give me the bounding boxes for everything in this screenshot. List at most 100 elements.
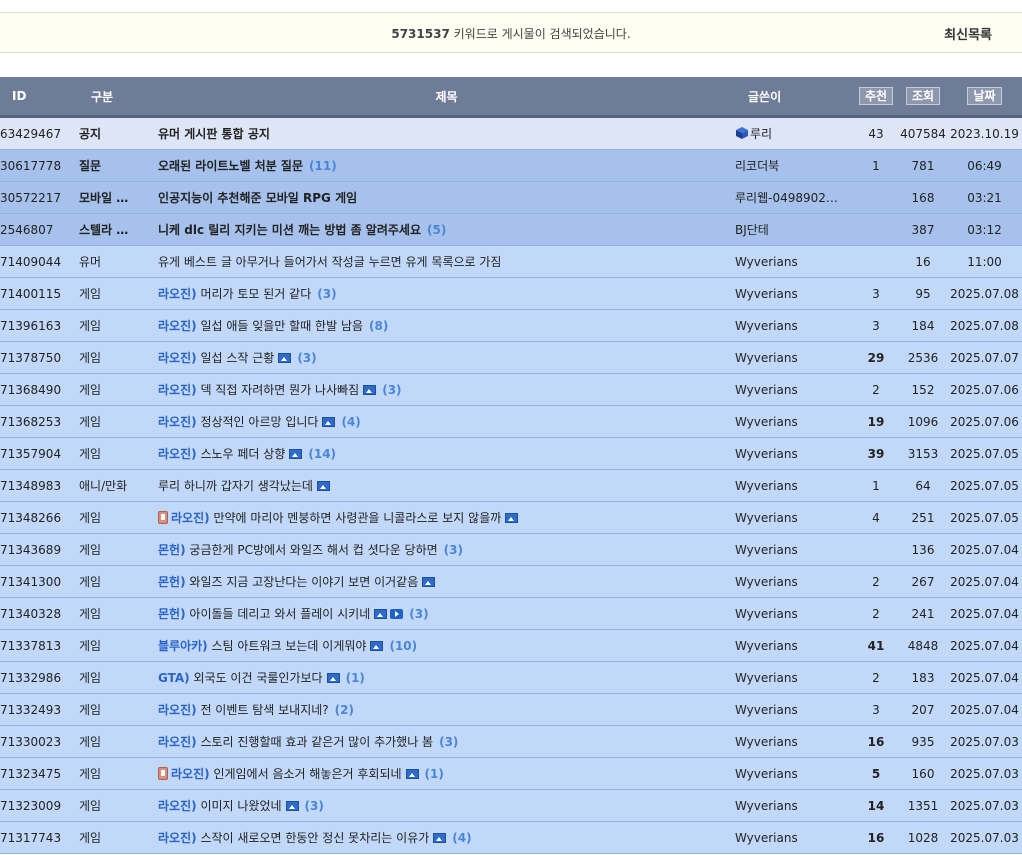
post-title-link[interactable]: 라오진) 정상적인 아르망 입니다 bbox=[158, 415, 318, 429]
post-category[interactable]: 게임 bbox=[79, 757, 158, 790]
post-category[interactable]: 게임 bbox=[79, 725, 158, 758]
post-title-link[interactable]: 라오진) 스작이 새로오면 한동안 정신 못차리는 이유가 bbox=[158, 831, 429, 845]
post-category[interactable]: 게임 bbox=[79, 821, 158, 854]
post-category[interactable]: 게임 bbox=[79, 789, 158, 822]
post-category[interactable]: 게임 bbox=[79, 597, 158, 630]
post-category[interactable]: 게임 bbox=[79, 277, 158, 310]
table-row[interactable]: 71378750 게임 라오진) 일섭 스작 근황 (3) Wyverians 29 253… bbox=[0, 341, 1022, 374]
comment-count[interactable]: (10) bbox=[389, 639, 417, 653]
pinned-row[interactable]: 30617778 질문 오래된 라이트노벨 처분 질문 (11) 리코더북 1 781 06:… bbox=[0, 149, 1022, 182]
post-author-cell[interactable]: Wyverians bbox=[735, 629, 853, 662]
post-category[interactable]: 게임 bbox=[79, 309, 158, 342]
comment-count[interactable]: (11) bbox=[309, 159, 337, 173]
table-row[interactable]: 71332493 게임 라오진) 전 이벤트 탐색 보내지네? (2) Wyverian… bbox=[0, 693, 1022, 726]
post-title-link[interactable]: 인공지능이 추천해준 모바일 RPG 게임 bbox=[158, 191, 357, 205]
post-author-cell[interactable]: 루리 bbox=[735, 116, 853, 150]
post-category[interactable]: 게임 bbox=[79, 565, 158, 598]
table-row[interactable]: 71343689 게임 몬헌) 궁금한게 PC방에서 와일즈 해서 컵 셧다운 당하… bbox=[0, 533, 1022, 566]
post-title-link[interactable]: 오래된 라이트노벨 처분 질문 bbox=[158, 159, 303, 173]
post-title-link[interactable]: 라오진) 머리가 토모 된거 같다 bbox=[158, 287, 311, 301]
table-row[interactable]: 71337813 게임 블루아카) 스팀 아트워크 보는데 이게뭐야 (10) Wyve… bbox=[0, 629, 1022, 662]
comment-count[interactable]: (4) bbox=[452, 831, 471, 845]
post-author-cell[interactable]: 리코더북 bbox=[735, 149, 853, 182]
table-row[interactable]: 71332986 게임 GTA) 외국도 이건 국룰인가보다 (1) Wyverians… bbox=[0, 661, 1022, 694]
comment-count[interactable]: (5) bbox=[427, 223, 446, 237]
table-row[interactable]: 71368490 게임 라오진) 덱 직접 자려하면 뭔가 나사빠짐 (3) Wyver… bbox=[0, 373, 1022, 406]
post-author-cell[interactable]: Wyverians bbox=[735, 757, 853, 790]
post-category[interactable]: 게임 bbox=[79, 629, 158, 662]
comment-count[interactable]: (8) bbox=[369, 319, 388, 333]
post-title-link[interactable]: 라오진) 스노우 페더 상향 bbox=[158, 447, 285, 461]
post-author-cell[interactable]: Wyverians bbox=[735, 789, 853, 822]
post-category[interactable]: 게임 bbox=[79, 341, 158, 374]
post-author-cell[interactable]: Wyverians bbox=[735, 373, 853, 406]
pinned-row[interactable]: 2546807 스텔라 … 니케 dlc 릴리 지키는 미션 깨는 방법 좀 알려주… bbox=[0, 213, 1022, 246]
comment-count[interactable]: (1) bbox=[425, 767, 444, 781]
comment-count[interactable]: (3) bbox=[382, 383, 401, 397]
post-author-cell[interactable]: Wyverians bbox=[735, 565, 853, 598]
comment-count[interactable]: (3) bbox=[305, 799, 324, 813]
post-title-link[interactable]: 라오진) 덱 직접 자려하면 뭔가 나사빠짐 bbox=[158, 383, 359, 397]
post-category[interactable]: 게임 bbox=[79, 533, 158, 566]
table-row[interactable]: 71317743 게임 라오진) 스작이 새로오면 한동안 정신 못차리는 이유가 (… bbox=[0, 821, 1022, 854]
post-author-cell[interactable]: Wyverians bbox=[735, 405, 853, 438]
post-title-link[interactable]: 라오진) 이미지 나왔었네 bbox=[158, 799, 282, 813]
comment-count[interactable]: (3) bbox=[444, 543, 463, 557]
table-row[interactable]: 71348266 게임 라오진) 만약에 마리아 멘붕하면 사령관을 니콜라스로 보… bbox=[0, 501, 1022, 534]
table-row[interactable]: 71368253 게임 라오진) 정상적인 아르망 입니다 (4) Wyverians 1… bbox=[0, 405, 1022, 438]
post-category[interactable]: 공지 bbox=[79, 116, 158, 150]
post-title-link[interactable]: 루리 하니까 갑자기 생각났는데 bbox=[158, 479, 313, 493]
post-author-cell[interactable]: Wyverians bbox=[735, 309, 853, 342]
table-row[interactable]: 71340328 게임 몬헌) 아이돌들 데리고 와서 플레이 시키네 (3) Wyve… bbox=[0, 597, 1022, 630]
post-category[interactable]: 게임 bbox=[79, 693, 158, 726]
table-row[interactable]: 71357904 게임 라오진) 스노우 페더 상향 (14) Wyverians 39 3… bbox=[0, 437, 1022, 470]
post-title-link[interactable]: 블루아카) 스팀 아트워크 보는데 이게뭐야 bbox=[158, 639, 366, 653]
post-author-cell[interactable]: Wyverians bbox=[735, 277, 853, 310]
post-author-cell[interactable]: Wyverians bbox=[735, 501, 853, 534]
post-category[interactable]: 게임 bbox=[79, 373, 158, 406]
sort-views-button[interactable]: 조회 bbox=[905, 87, 941, 105]
comment-count[interactable]: (3) bbox=[317, 287, 336, 301]
post-author-cell[interactable]: Wyverians bbox=[735, 597, 853, 630]
table-row[interactable]: 71400115 게임 라오진) 머리가 토모 된거 같다 (3) Wyverians 3… bbox=[0, 277, 1022, 310]
post-category[interactable]: 애니/만화 bbox=[79, 469, 158, 502]
comment-count[interactable]: (1) bbox=[346, 671, 365, 685]
post-title-link[interactable]: 라오진) 스토리 진행할때 효과 같은거 많이 추가했나 봄 bbox=[158, 735, 433, 749]
post-author-cell[interactable]: Wyverians bbox=[735, 693, 853, 726]
post-category[interactable]: 스텔라 … bbox=[79, 213, 158, 246]
table-row[interactable]: 71323009 게임 라오진) 이미지 나왔었네 (3) Wyverians 14 135… bbox=[0, 789, 1022, 822]
post-category[interactable]: 게임 bbox=[79, 405, 158, 438]
post-category[interactable]: 게임 bbox=[79, 661, 158, 694]
table-row[interactable]: 71330023 게임 라오진) 스토리 진행할때 효과 같은거 많이 추가했나 봄… bbox=[0, 725, 1022, 758]
post-title-link[interactable]: 라오진) 전 이벤트 탐색 보내지네? bbox=[158, 703, 329, 717]
post-title-link[interactable]: 라오진) 일섭 스작 근황 bbox=[158, 351, 274, 365]
post-title-link[interactable]: 니케 dlc 릴리 지키는 미션 깨는 방법 좀 알려주세요 bbox=[158, 223, 421, 237]
post-author-cell[interactable]: Wyverians bbox=[735, 725, 853, 758]
sort-recommend-button[interactable]: 추천 bbox=[858, 87, 894, 105]
post-author-cell[interactable]: Wyverians bbox=[735, 341, 853, 374]
comment-count[interactable]: (3) bbox=[409, 607, 428, 621]
table-row[interactable]: 71348983 애니/만화 루리 하니까 갑자기 생각났는데 Wyverians 1 6… bbox=[0, 469, 1022, 502]
table-row[interactable]: 71396163 게임 라오진) 일섭 애들 잊을만 할때 한발 남음 (8) Wyve… bbox=[0, 309, 1022, 342]
table-row[interactable]: 71323475 게임 라오진) 인게임에서 음소거 해놓은거 후회되네 (1) Wyv… bbox=[0, 757, 1022, 790]
post-title-link[interactable]: 몬헌) 궁금한게 PC방에서 와일즈 해서 컵 셧다운 당하면 bbox=[158, 543, 438, 557]
post-title-link[interactable]: 라오진) 일섭 애들 잊을만 할때 한발 남음 bbox=[158, 319, 363, 333]
table-row[interactable]: 71341300 게임 몬헌) 와일즈 지금 고장난다는 이야기 보면 이거같음 Wy… bbox=[0, 565, 1022, 598]
post-author-cell[interactable]: Wyverians bbox=[735, 245, 853, 278]
post-category[interactable]: 게임 bbox=[79, 437, 158, 470]
pinned-row[interactable]: 30572217 모바일 … 인공지능이 추천해준 모바일 RPG 게임 루리웹-04… bbox=[0, 181, 1022, 214]
post-category[interactable]: 질문 bbox=[79, 149, 158, 182]
post-category[interactable]: 모바일 … bbox=[79, 181, 158, 214]
post-title-link[interactable]: 몬헌) 와일즈 지금 고장난다는 이야기 보면 이거같음 bbox=[158, 575, 418, 589]
table-row[interactable]: 71409044 유머 유게 베스트 글 아무거나 들어가서 작성글 누르면 유게 … bbox=[0, 245, 1022, 278]
post-author-cell[interactable]: Wyverians bbox=[735, 437, 853, 470]
notice-row[interactable]: 63429467 공지 유머 게시판 통합 공지 루리 43 407584 2023.10.… bbox=[0, 116, 1022, 150]
comment-count[interactable]: (3) bbox=[439, 735, 458, 749]
comment-count[interactable]: (3) bbox=[297, 351, 316, 365]
post-title-link[interactable]: 유게 베스트 글 아무거나 들어가서 작성글 누르면 유게 목록으로 가짐 bbox=[158, 255, 501, 269]
post-category[interactable]: 유머 bbox=[79, 245, 158, 278]
post-author-cell[interactable]: Wyverians bbox=[735, 821, 853, 854]
post-title-link[interactable]: 유머 게시판 통합 공지 bbox=[158, 127, 270, 141]
post-title-link[interactable]: 몬헌) 아이돌들 데리고 와서 플레이 시키네 bbox=[158, 607, 370, 621]
post-category[interactable]: 게임 bbox=[79, 501, 158, 534]
